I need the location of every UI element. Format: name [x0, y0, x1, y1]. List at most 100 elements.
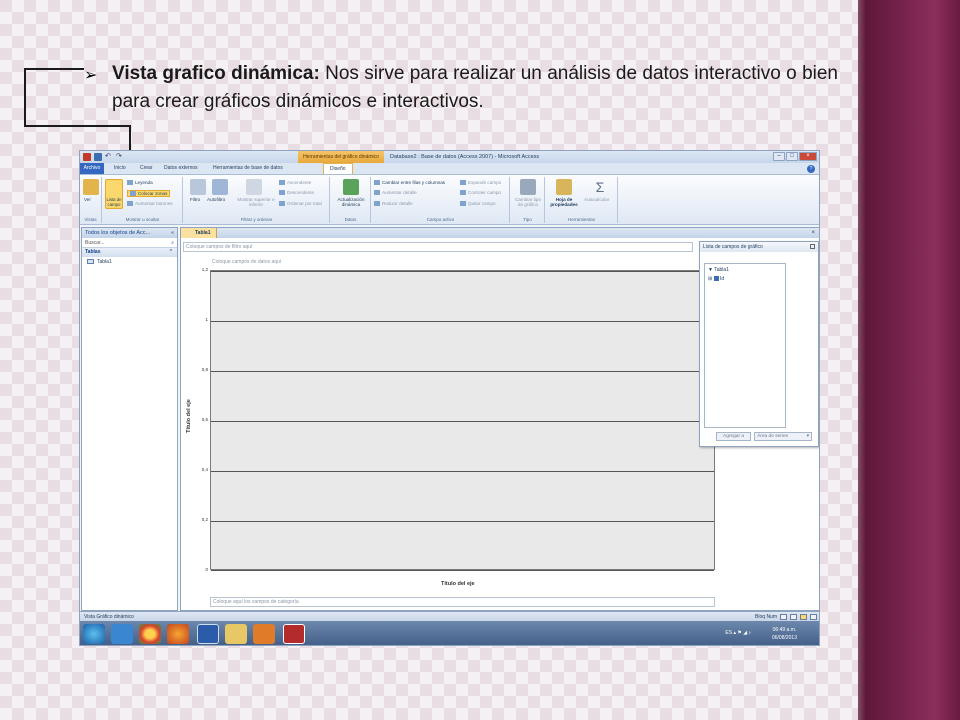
- area-select[interactable]: Área de series ▾: [754, 432, 813, 441]
- property-sheet-icon[interactable]: [556, 179, 572, 195]
- gridline: [211, 371, 714, 372]
- nav-item-tabla1[interactable]: Tabla1: [82, 257, 177, 267]
- close-panel-icon[interactable]: [810, 244, 815, 249]
- access-logo-icon[interactable]: [83, 153, 91, 161]
- view-design-icon[interactable]: [810, 614, 817, 620]
- group-tipo: Cambiar tipo de gráfico Tipo: [511, 177, 545, 223]
- chart-type-button[interactable]: Cambiar tipo de gráfico: [512, 197, 544, 207]
- filter-drop-zone[interactable]: Coloque campos de filtro aquí: [183, 242, 693, 252]
- status-view-label: Vista Gráfico dinámico: [84, 614, 134, 620]
- chart-type-icon[interactable]: [520, 179, 536, 195]
- expand-buttons-button[interactable]: Aumentar botones: [127, 201, 173, 207]
- hide-detail-button[interactable]: Reducir detalle: [374, 201, 413, 207]
- sort-total-button[interactable]: Ordenar por total: [279, 201, 322, 207]
- sort-total-label: Ordenar por total: [287, 201, 322, 206]
- chevron-up-icon[interactable]: ⌃: [169, 248, 173, 257]
- maximize-icon[interactable]: □: [786, 152, 798, 161]
- tab-archivo[interactable]: Archivo: [80, 163, 104, 174]
- field-icon: [713, 276, 719, 282]
- sort-desc-button[interactable]: Descendente: [279, 190, 314, 196]
- undo-icon[interactable]: ↶: [105, 153, 113, 161]
- switch-rows-cols-button[interactable]: Cambiar entre filas y columnas: [374, 180, 445, 186]
- collapse-field-button[interactable]: Contraer campo: [460, 190, 501, 196]
- clock[interactable]: 06:49 a.m. 06/08/2013: [772, 626, 797, 642]
- nav-header[interactable]: Todos los objetos de Acc... «: [82, 228, 177, 238]
- tab-tabla1[interactable]: Tabla1: [181, 228, 218, 238]
- close-icon[interactable]: ×: [799, 152, 817, 161]
- add-to-button[interactable]: Agregar a: [716, 432, 752, 441]
- autocalc-icon[interactable]: Σ: [592, 179, 608, 195]
- clock-time: 06:49 a.m.: [772, 627, 797, 633]
- autocalc-button[interactable]: Autocalcular: [584, 197, 609, 202]
- remove-field-button[interactable]: Quitar campo: [460, 201, 496, 207]
- view-datasheet-icon[interactable]: [780, 614, 787, 620]
- tab-herramientas-bd[interactable]: Herramientas de base de datos: [213, 165, 283, 171]
- category-drop-zone[interactable]: Coloque aquí los campos de categoría: [210, 597, 715, 607]
- tab-datos-externos[interactable]: Datos externos: [164, 165, 198, 171]
- view-pivot-icon[interactable]: [790, 614, 797, 620]
- nav-search-placeholder: Buscar...: [85, 240, 105, 246]
- top-bottom-button[interactable]: Mostrar superior e inferior: [231, 197, 281, 207]
- ie-icon[interactable]: [111, 624, 133, 644]
- field-tree: ▼ Tabla1 ⊞ Id: [704, 263, 786, 428]
- nav-section-tablas[interactable]: Tablas ⌃: [82, 248, 177, 257]
- top-bottom-icon[interactable]: [246, 179, 262, 195]
- y-axis-title[interactable]: Título del eje: [186, 366, 192, 466]
- property-sheet-button[interactable]: Hoja de propiedades: [548, 197, 580, 207]
- redo-icon[interactable]: ↷: [116, 153, 124, 161]
- data-drop-zone[interactable]: Coloque campos de datos aquí: [210, 258, 715, 266]
- search-icon[interactable]: ⌕: [171, 238, 174, 248]
- tree-node-table[interactable]: ▼ Tabla1: [708, 267, 729, 273]
- explorer-icon[interactable]: [225, 624, 247, 644]
- drop-zones-icon: [130, 191, 136, 197]
- window-title: Database2 : Base de datos (Access 2007) …: [390, 154, 540, 160]
- start-button-icon[interactable]: [83, 624, 105, 644]
- save-icon[interactable]: [94, 153, 102, 161]
- autofilter-icon[interactable]: [212, 179, 228, 195]
- firefox-icon[interactable]: [167, 624, 189, 644]
- collapse-field-icon: [460, 190, 466, 196]
- legend-button[interactable]: Leyenda: [127, 180, 153, 186]
- language-indicator[interactable]: ES: [725, 630, 732, 636]
- tab-diseno[interactable]: Diseño: [323, 163, 353, 174]
- chrome-icon[interactable]: [139, 624, 161, 644]
- group-campo-activo: Cambiar entre filas y columnas Aumentar …: [372, 177, 510, 223]
- word-icon[interactable]: [197, 624, 219, 644]
- group-label-herramientas: Herramientas: [567, 217, 595, 222]
- sort-total-icon: [279, 201, 285, 207]
- refresh-icon[interactable]: [343, 179, 359, 195]
- autofilter-button[interactable]: Autofiltro: [207, 197, 225, 202]
- switch-rows-cols-icon: [374, 180, 380, 186]
- ver-button[interactable]: Ver: [84, 197, 91, 202]
- connector-mid: [24, 125, 130, 127]
- refresh-button[interactable]: Actualización dinámica: [333, 197, 369, 207]
- help-icon[interactable]: ?: [807, 165, 815, 173]
- chart-plot-area[interactable]: [210, 270, 715, 571]
- nav-search-input[interactable]: Buscar... ⌕: [82, 238, 177, 248]
- drop-zones-button[interactable]: Colocar zonas: [127, 190, 171, 198]
- field-list-footer: Agregar a Área de series ▾: [716, 432, 813, 441]
- group-datos: Actualización dinámica Datos: [331, 177, 371, 223]
- view-icon[interactable]: [83, 179, 99, 195]
- slide-bullet: ➢ Vista grafico dinámica: Nos sirve para…: [84, 60, 838, 116]
- chevron-down-icon: ▾: [806, 434, 810, 439]
- field-list-title: Lista de campos de gráfico: [703, 244, 763, 250]
- expand-field-button[interactable]: Expandir campo: [460, 180, 502, 186]
- filter-icon[interactable]: [190, 179, 206, 195]
- y-tick-label: 0,4: [201, 467, 208, 472]
- access-taskbar-icon[interactable]: [283, 624, 305, 644]
- tab-crear[interactable]: Crear: [140, 165, 153, 171]
- expand-field-label: Expandir campo: [468, 180, 502, 185]
- close-doc-icon[interactable]: ×: [811, 228, 815, 238]
- sort-asc-button[interactable]: Ascendente: [279, 180, 311, 186]
- view-chart-icon[interactable]: [800, 614, 807, 620]
- ribbon: Ver Vistas Lista de campo Leyenda Coloca…: [80, 175, 819, 225]
- x-axis-title[interactable]: Título del eje: [441, 581, 475, 587]
- minimize-icon[interactable]: –: [773, 152, 785, 161]
- show-detail-button[interactable]: Aumentar detalle: [374, 190, 417, 196]
- tree-node-field[interactable]: ⊞ Id: [708, 276, 724, 282]
- media-player-icon[interactable]: [253, 624, 275, 644]
- tab-inicio[interactable]: Inicio: [114, 165, 126, 171]
- filter-button[interactable]: Filtro: [190, 197, 200, 202]
- collapse-nav-icon[interactable]: «: [171, 228, 174, 238]
